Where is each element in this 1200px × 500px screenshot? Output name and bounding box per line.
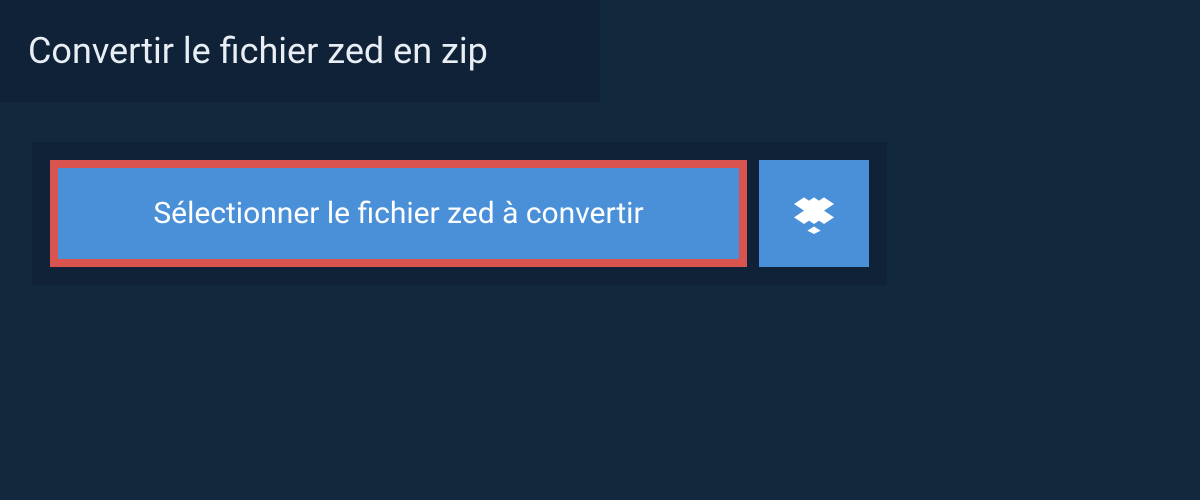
dropbox-icon	[794, 194, 834, 234]
header-bar: Convertir le fichier zed en zip	[0, 0, 600, 102]
dropbox-button[interactable]	[759, 160, 869, 267]
select-file-button[interactable]: Sélectionner le fichier zed à convertir	[50, 160, 747, 267]
page-title: Convertir le fichier zed en zip	[28, 30, 572, 72]
upload-section: Sélectionner le fichier zed à convertir	[32, 142, 887, 285]
